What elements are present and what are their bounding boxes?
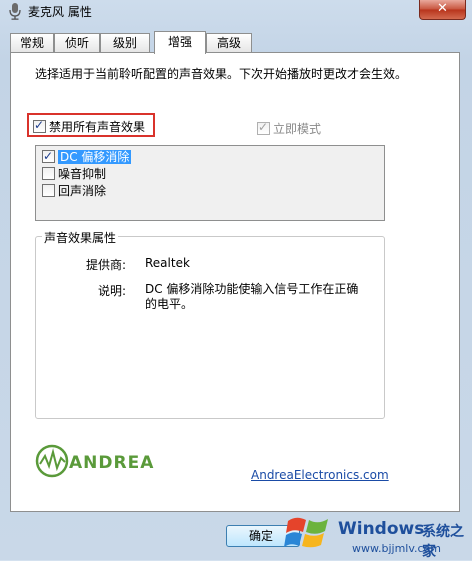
group-title: 声音效果属性 [42,229,119,246]
site-watermark: Windows 系统之家 www.bjjmlv.com [276,505,472,560]
immediate-mode-checkbox: 立即模式 [257,120,321,137]
watermark-cn-text: 系统之家 [422,524,464,560]
effect-label: 噪音抑制 [58,167,107,181]
andrea-logo-text: ANDREA [69,453,154,473]
effects-list[interactable]: DC 偏移消除 噪音抑制 回声消除 [35,145,385,221]
effect-label: DC 偏移消除 [58,150,132,164]
andrea-website-link[interactable]: AndreaElectronics.com [251,468,389,482]
window-title: 麦克风 属性 [28,5,92,19]
disable-all-effects-checkbox[interactable]: 禁用所有声音效果 [33,118,145,135]
tab-levels[interactable]: 级别 [100,33,150,52]
microphone-icon [9,3,21,20]
checkbox-icon[interactable] [42,148,55,164]
tab-general[interactable]: 常规 [10,33,54,52]
effect-noise-suppression[interactable]: 噪音抑制 [42,166,106,182]
checkbox-icon[interactable] [42,184,55,197]
effect-dc-offset[interactable]: DC 偏移消除 [42,148,132,165]
effect-properties-group: 声音效果属性 提供商: Realtek 说明: DC 偏移消除功能使输入信号工作… [35,229,385,419]
tab-advanced[interactable]: 高级 [206,33,252,52]
watermark-brand: Windows [338,519,425,539]
close-button[interactable]: ✕ [419,0,466,20]
andrea-logo: ANDREA [35,444,154,478]
properties-window: 麦克风 属性 ✕ 常规 侦听 级别 增强 高级 选择适用于当前聆听配置的声音效果… [0,0,472,560]
effect-echo-cancellation[interactable]: 回声消除 [42,183,106,199]
tab-enhancements[interactable]: 增强 [154,31,206,54]
enhancements-panel: 选择适用于当前聆听配置的声音效果。下次开始播放时更改才会生效。 禁用所有声音效果… [10,52,460,512]
watermark-url: www.bjjmlv.com [352,542,441,555]
effect-label: 回声消除 [58,184,107,198]
provider-value: Realtek [145,256,190,270]
panel-description: 选择适用于当前聆听配置的声音效果。下次开始播放时更改才会生效。 [35,67,408,81]
checkbox-icon[interactable] [33,118,46,133]
disable-all-effects-label: 禁用所有声音效果 [49,120,146,134]
provider-label: 提供商: [86,258,127,272]
title-bar[interactable]: 麦克风 属性 ✕ [0,0,472,22]
description-value: DC 偏移消除功能使输入信号工作在正确的电平。 [145,282,359,311]
tab-listen[interactable]: 侦听 [54,33,100,52]
windows-flag-icon [284,517,328,548]
immediate-mode-label: 立即模式 [273,122,322,136]
description-label: 说明: [98,284,127,298]
checkbox-icon[interactable] [42,167,55,180]
checkbox-icon [257,120,270,135]
